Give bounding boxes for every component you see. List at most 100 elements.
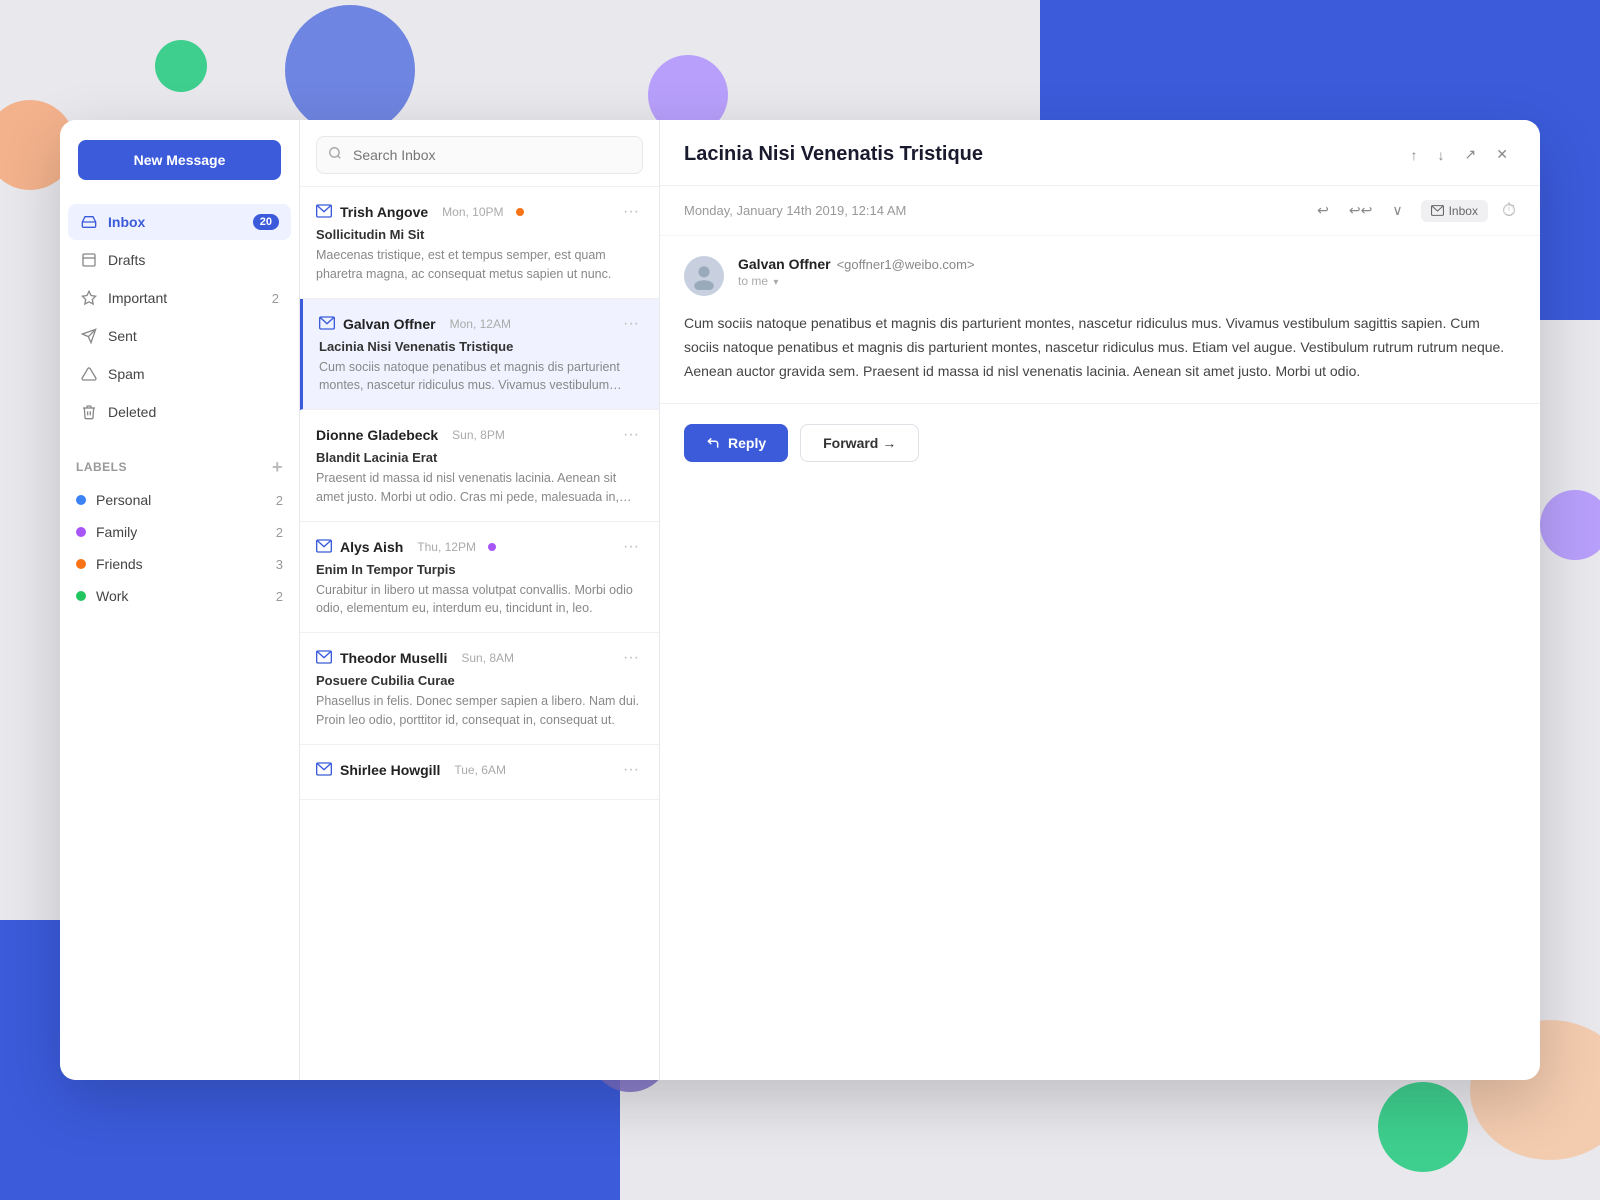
deleted-label: Deleted <box>108 404 279 420</box>
email-item-3[interactable]: Dionne Gladebeck Sun, 8PM ··· Blandit La… <box>300 410 659 522</box>
sent-label: Sent <box>108 328 279 344</box>
email-reply-actions: ↩ ↩↩ ∨ <box>1309 196 1410 225</box>
drafts-icon <box>80 251 98 269</box>
sender-detail-row: Galvan Offner <goffner1@weibo.com> to me… <box>684 256 1516 296</box>
sender-full-name: Galvan Offner <box>738 256 831 272</box>
sidebar-item-spam[interactable]: Spam <box>68 356 291 392</box>
personal-dot <box>76 495 86 505</box>
sidebar-item-drafts[interactable]: Drafts <box>68 242 291 278</box>
status-dot-4 <box>488 543 496 551</box>
email-body-section: Galvan Offner <goffner1@weibo.com> to me… <box>660 236 1540 404</box>
to-me-label[interactable]: to me ▾ <box>738 274 975 288</box>
reply-all-button[interactable]: ↩↩ <box>1341 196 1380 225</box>
reply-button[interactable]: Reply <box>684 424 788 462</box>
email-item-5[interactable]: Theodor Muselli Sun, 8AM ··· Posuere Cub… <box>300 633 659 745</box>
important-badge: 2 <box>272 291 279 306</box>
sender-row-3: Dionne Gladebeck Sun, 8PM <box>316 427 505 443</box>
sender-row-5: Theodor Muselli Sun, 8AM <box>316 650 514 666</box>
sender-name-2: Galvan Offner <box>343 316 436 332</box>
label-work[interactable]: Work 2 <box>72 580 287 612</box>
more-options-button[interactable]: ∨ <box>1384 196 1410 225</box>
more-button-1[interactable]: ··· <box>619 201 643 223</box>
email-icon-2 <box>319 316 335 332</box>
work-dot <box>76 591 86 601</box>
email-subject-1: Sollicitudin Mi Sit <box>316 227 643 242</box>
email-icon-5 <box>316 650 332 666</box>
purple-circle-right <box>1540 490 1600 560</box>
blue-arc-top <box>285 5 415 135</box>
sender-row-2: Galvan Offner Mon, 12AM <box>319 316 511 332</box>
family-label: Family <box>96 524 266 540</box>
sender-name-1: Trish Angove <box>340 204 428 220</box>
email-time-5: Sun, 8AM <box>461 651 514 665</box>
email-detail-subject: Lacinia Nisi Venenatis Tristique <box>684 143 983 166</box>
email-time-1: Mon, 10PM <box>442 205 503 219</box>
friends-label: Friends <box>96 556 266 572</box>
email-icon-4 <box>316 539 332 555</box>
important-label: Important <box>108 290 262 306</box>
email-item-1[interactable]: Trish Angove Mon, 10PM ··· Sollicitudin … <box>300 187 659 299</box>
inbox-tag-label: Inbox <box>1449 204 1478 218</box>
inbox-icon <box>80 213 98 231</box>
more-button-6[interactable]: ··· <box>619 759 643 781</box>
search-input[interactable] <box>316 136 643 174</box>
email-subject-4: Enim In Tempor Turpis <box>316 562 643 577</box>
new-message-button[interactable]: New Message <box>78 140 281 180</box>
reply-back-button[interactable]: ↩ <box>1309 196 1337 225</box>
drafts-label: Drafts <box>108 252 279 268</box>
inbox-label: Inbox <box>108 214 243 230</box>
work-label: Work <box>96 588 266 604</box>
navigate-down-button[interactable]: ↓ <box>1430 141 1453 169</box>
email-preview-1: Maecenas tristique, est et tempus semper… <box>316 246 643 284</box>
email-meta-bar: Monday, January 14th 2019, 12:14 AM ↩ ↩↩… <box>660 186 1540 236</box>
expand-button[interactable]: ↗ <box>1457 140 1485 169</box>
green-circle-bottom <box>1378 1082 1468 1172</box>
sender-row-6: Shirlee Howgill Tue, 6AM <box>316 762 506 778</box>
to-me-chevron: ▾ <box>773 277 778 288</box>
sidebar-nav: Inbox 20 Drafts Important 2 <box>60 204 299 430</box>
email-item-4[interactable]: Alys Aish Thu, 12PM ··· Enim In Tempor T… <box>300 522 659 634</box>
sidebar-item-inbox[interactable]: Inbox 20 <box>68 204 291 240</box>
green-circle-top <box>155 40 207 92</box>
inbox-tag-icon <box>1431 205 1444 216</box>
email-detail-panel: Lacinia Nisi Venenatis Tristique ↑ ↓ ↗ ✕… <box>660 120 1540 1080</box>
sidebar-item-important[interactable]: Important 2 <box>68 280 291 316</box>
email-detail-header: Lacinia Nisi Venenatis Tristique ↑ ↓ ↗ ✕ <box>660 120 1540 186</box>
email-item-2[interactable]: Galvan Offner Mon, 12AM ··· Lacinia Nisi… <box>300 299 659 411</box>
email-preview-2: Cum sociis natoque penatibus et magnis d… <box>319 358 643 396</box>
reply-icon <box>706 436 720 450</box>
sender-avatar <box>684 256 724 296</box>
sender-row-1: Trish Angove Mon, 10PM <box>316 204 524 220</box>
more-button-5[interactable]: ··· <box>619 647 643 669</box>
email-subject-2: Lacinia Nisi Venenatis Tristique <box>319 339 643 354</box>
close-button[interactable]: ✕ <box>1488 140 1516 169</box>
email-preview-3: Praesent id massa id nisl venenatis laci… <box>316 469 643 507</box>
sent-icon <box>80 327 98 345</box>
label-family[interactable]: Family 2 <box>72 516 287 548</box>
email-preview-5: Phasellus in felis. Donec semper sapien … <box>316 692 643 730</box>
email-item-6[interactable]: Shirlee Howgill Tue, 6AM ··· <box>300 745 659 800</box>
timer-icon: ⏱ <box>1502 200 1516 221</box>
more-button-2[interactable]: ··· <box>619 313 643 335</box>
reply-actions-bar: Reply Forward → <box>660 404 1540 482</box>
deleted-icon <box>80 403 98 421</box>
email-time-2: Mon, 12AM <box>450 317 511 331</box>
labels-add-button[interactable]: + <box>272 458 283 476</box>
labels-header: Labels + <box>72 450 287 484</box>
forward-button[interactable]: Forward → <box>800 424 919 462</box>
friends-dot <box>76 559 86 569</box>
email-time-6: Tue, 6AM <box>454 763 506 777</box>
important-icon <box>80 289 98 307</box>
label-personal[interactable]: Personal 2 <box>72 484 287 516</box>
labels-section: Labels + Personal 2 Family 2 Friends 3 W <box>60 450 299 612</box>
navigate-up-button[interactable]: ↑ <box>1403 141 1426 169</box>
email-time-3: Sun, 8PM <box>452 428 505 442</box>
sidebar-item-sent[interactable]: Sent <box>68 318 291 354</box>
email-icon-6 <box>316 762 332 778</box>
sidebar-item-deleted[interactable]: Deleted <box>68 394 291 430</box>
email-detail-actions: ↑ ↓ ↗ ✕ <box>1403 140 1516 169</box>
more-button-4[interactable]: ··· <box>619 536 643 558</box>
sender-name-6: Shirlee Howgill <box>340 762 440 778</box>
more-button-3[interactable]: ··· <box>619 424 643 446</box>
label-friends[interactable]: Friends 3 <box>72 548 287 580</box>
